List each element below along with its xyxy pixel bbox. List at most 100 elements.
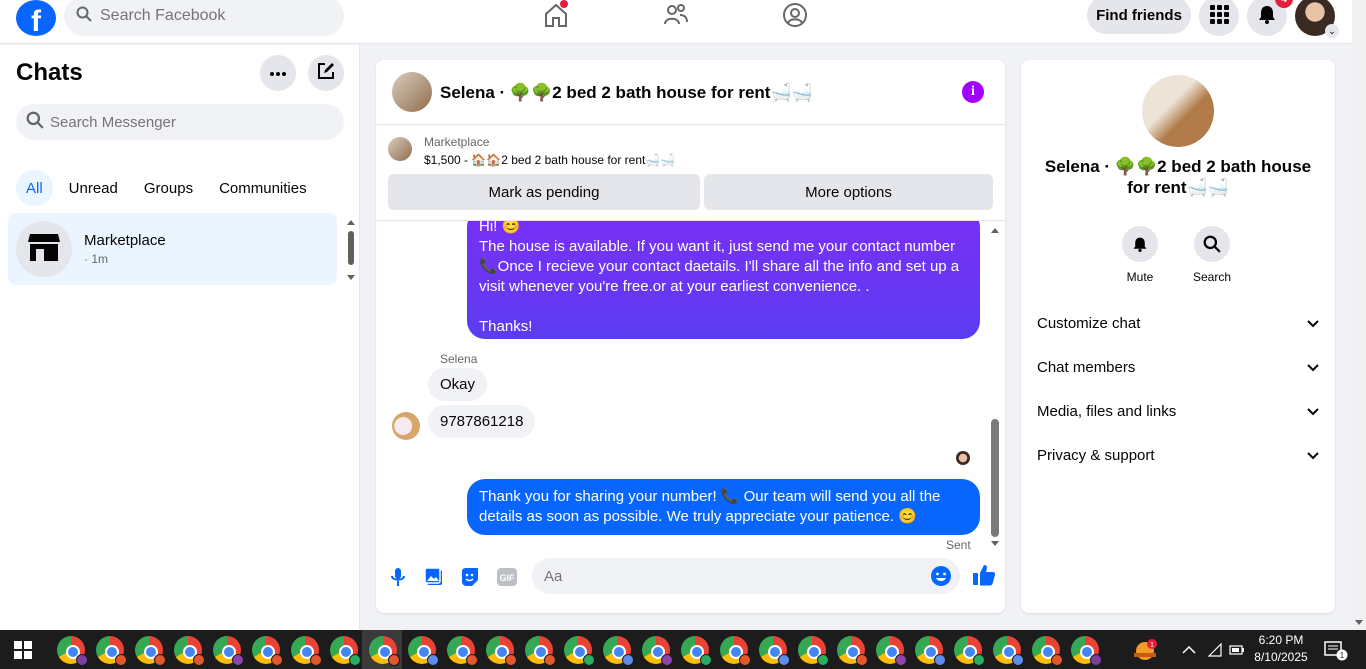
chats-options-button[interactable] [260, 55, 296, 91]
weather-icon[interactable]: 1 [1132, 630, 1158, 669]
more-options-button[interactable]: More options [704, 174, 993, 210]
profile-badge-icon [505, 654, 517, 666]
home-nav-button[interactable] [536, 0, 576, 34]
chrome-taskbar-icon[interactable] [330, 636, 361, 666]
message-scrollbar[interactable] [989, 223, 1001, 551]
chrome-taskbar-icon[interactable] [174, 636, 205, 666]
chrome-taskbar-icon[interactable] [369, 636, 400, 666]
chrome-taskbar-icon[interactable] [525, 636, 556, 666]
chrome-taskbar-icon[interactable] [57, 636, 88, 666]
filter-communities[interactable]: Communities [209, 170, 317, 206]
incoming-message[interactable]: 9787861218 [428, 405, 536, 438]
notifications-button[interactable]: 4 [1247, 0, 1293, 36]
chrome-taskbar-icon[interactable] [954, 636, 985, 666]
chrome-taskbar-icon[interactable] [993, 636, 1024, 666]
sticker-icon[interactable] [460, 567, 480, 587]
like-icon[interactable] [972, 563, 996, 587]
chat-members-section[interactable]: Chat members [1037, 349, 1319, 385]
chrome-taskbar-icon[interactable] [486, 636, 517, 666]
message-line: The house is available. If you want it, … [479, 238, 956, 255]
wifi-icon[interactable] [1208, 630, 1222, 669]
message-input-box[interactable] [532, 558, 960, 594]
emoji-icon[interactable] [930, 565, 952, 592]
section-label: Chat members [1037, 358, 1136, 376]
chrome-taskbar-icon[interactable] [564, 636, 595, 666]
chats-title: Chats [16, 59, 83, 86]
listing-thumbnail[interactable] [388, 137, 412, 161]
chrome-taskbar-icon[interactable] [1032, 636, 1063, 666]
search-in-chat-button[interactable]: Search [1182, 226, 1242, 284]
messenger-search-box[interactable] [16, 104, 344, 140]
mute-button[interactable]: Mute [1110, 226, 1170, 284]
chrome-taskbar-icon[interactable] [1071, 636, 1102, 666]
friends-nav-button[interactable] [656, 0, 696, 34]
chrome-taskbar-icon[interactable] [213, 636, 244, 666]
mark-as-pending-button[interactable]: Mark as pending [388, 174, 700, 210]
profile-badge-icon [388, 654, 400, 666]
message-composer: GIF [376, 553, 1005, 613]
system-clock[interactable]: 6:20 PM 8/10/2025 [1250, 632, 1312, 666]
outgoing-message[interactable]: Hi! 😊 The house is available. If you wan… [467, 221, 980, 339]
filter-all[interactable]: All [16, 170, 53, 206]
chrome-taskbar-icon[interactable] [681, 636, 712, 666]
chrome-taskbar-icon[interactable] [876, 636, 907, 666]
find-friends-button[interactable]: Find friends [1087, 0, 1191, 34]
gif-icon[interactable]: GIF [496, 567, 518, 587]
filter-groups[interactable]: Groups [134, 170, 203, 206]
media-files-links-section[interactable]: Media, files and links [1037, 393, 1319, 429]
new-message-button[interactable] [308, 55, 344, 91]
profile-badge-icon [622, 654, 634, 666]
chrome-taskbar-icon[interactable] [603, 636, 634, 666]
chat-list-item[interactable]: Marketplace · 1m [8, 213, 337, 285]
clock-date: 8/10/2025 [1254, 650, 1308, 664]
facebook-logo[interactable]: f [16, 0, 56, 36]
page-scrollbar[interactable] [1352, 0, 1366, 630]
action-center-icon[interactable]: 1 [1324, 630, 1348, 669]
incoming-message[interactable]: Okay [428, 368, 488, 401]
windows-start-icon[interactable] [14, 641, 32, 664]
groups-nav-button[interactable] [775, 0, 815, 34]
battery-icon[interactable] [1229, 630, 1245, 669]
contact-avatar-small[interactable] [392, 412, 420, 440]
contact-profile-avatar[interactable] [1142, 75, 1214, 147]
chat-list-scrollbar[interactable] [345, 217, 357, 285]
search-icon [76, 6, 92, 27]
chrome-taskbar-icon[interactable] [252, 636, 283, 666]
chevron-up-icon[interactable] [1182, 630, 1196, 669]
chrome-taskbar-icon[interactable] [408, 636, 439, 666]
account-avatar[interactable]: ⌄ [1295, 0, 1339, 38]
profile-badge-icon [778, 654, 790, 666]
profile-badge-icon [583, 654, 595, 666]
mic-icon[interactable] [388, 567, 408, 587]
listing-price-title[interactable]: $1,500 - 🏠🏠2 bed 2 bath house for rent🛁🛁 [424, 153, 675, 167]
facebook-search-box[interactable] [64, 0, 344, 36]
chrome-taskbar-icon[interactable] [798, 636, 829, 666]
section-label: Media, files and links [1037, 402, 1177, 420]
info-icon[interactable]: i [962, 81, 984, 103]
profile-badge-icon [895, 654, 907, 666]
facebook-search-input[interactable] [100, 7, 320, 25]
messenger-search-input[interactable] [50, 113, 249, 131]
contact-avatar[interactable] [392, 72, 432, 112]
customize-chat-section[interactable]: Customize chat [1037, 305, 1319, 341]
menu-button[interactable] [1199, 0, 1239, 36]
chrome-taskbar-icon[interactable] [447, 636, 478, 666]
chrome-taskbar-icon[interactable] [837, 636, 868, 666]
chrome-taskbar-icon[interactable] [915, 636, 946, 666]
privacy-support-section[interactable]: Privacy & support [1037, 437, 1319, 473]
profile-badge-icon [466, 654, 478, 666]
scrollbar-thumb[interactable] [991, 419, 999, 537]
chrome-taskbar-icon[interactable] [135, 636, 166, 666]
chrome-taskbar-icon[interactable] [720, 636, 751, 666]
chrome-taskbar-icon[interactable] [96, 636, 127, 666]
chrome-taskbar-icon[interactable] [759, 636, 790, 666]
chevron-down-icon [1307, 447, 1319, 464]
filter-unread[interactable]: Unread [59, 170, 128, 206]
groups-icon [782, 2, 808, 33]
chrome-taskbar-icon[interactable] [642, 636, 673, 666]
outgoing-message[interactable]: Thank you for sharing your number! 📞 Our… [467, 479, 980, 535]
image-icon[interactable] [424, 567, 444, 587]
message-input[interactable] [544, 567, 904, 585]
conversation-title[interactable]: Selena · 🌳🌳2 bed 2 bath house for rent🛁🛁 [440, 83, 813, 103]
chrome-taskbar-icon[interactable] [291, 636, 322, 666]
